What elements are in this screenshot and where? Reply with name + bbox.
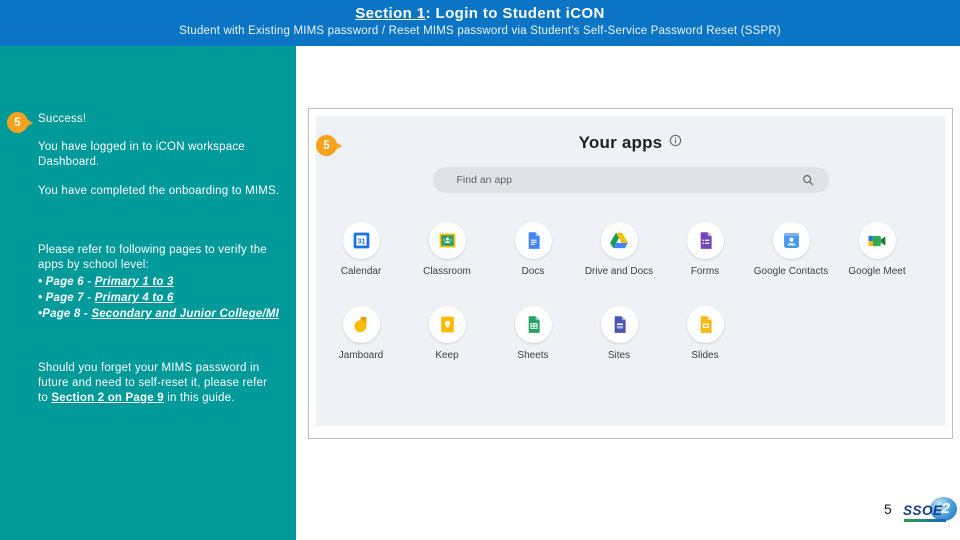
step-number: 5 xyxy=(14,116,21,129)
app-tile-contacts[interactable]: Google Contacts xyxy=(748,222,834,277)
step-number: 5 xyxy=(323,139,330,152)
app-label: Calendar xyxy=(340,266,382,277)
sidebar-content: Success! You have logged in to iCON work… xyxy=(0,46,296,406)
app-tile-keep[interactable]: Keep xyxy=(404,306,490,361)
apps-row-2: Jamboard Keep Sheets Sites Slides xyxy=(318,306,748,361)
onboarding-text: You have completed the onboarding to MIM… xyxy=(38,184,280,197)
bullet-prefix: • Page 7 - xyxy=(38,292,95,305)
icon-dashboard-screenshot: 5 Your apps 31 Calendar Classroom xyxy=(308,108,953,439)
your-apps-title: Your apps xyxy=(578,133,663,152)
app-tile-sheets[interactable]: Sheets xyxy=(490,306,576,361)
contacts-icon xyxy=(772,222,810,259)
search-icon[interactable] xyxy=(801,173,815,187)
list-item: •Page 8 - Secondary and Junior College/M… xyxy=(38,307,280,322)
app-label: Classroom xyxy=(423,266,471,277)
success-text: Success! xyxy=(38,113,87,125)
link-primary-1-to-3[interactable]: Primary 1 to 3 xyxy=(95,276,174,288)
step-badge: 5 xyxy=(7,112,33,133)
link-primary-4-to-6[interactable]: Primary 4 to 6 xyxy=(95,292,174,304)
refer-intro-text: Please refer to following pages to verif… xyxy=(38,243,267,271)
app-label: Sheets xyxy=(517,350,549,361)
step-badge: 5 xyxy=(316,135,342,156)
app-tile-jamboard[interactable]: Jamboard xyxy=(318,306,404,361)
app-label: Google Meet xyxy=(848,266,906,277)
app-label: Slides xyxy=(691,350,719,361)
app-tile-sites[interactable]: Sites xyxy=(576,306,662,361)
ssoe-logo-tagline-bar xyxy=(904,519,946,522)
drive-icon xyxy=(600,222,638,259)
sites-icon xyxy=(600,306,638,343)
section-title-rest: : Login to Student iCON xyxy=(425,5,605,22)
app-label: Google Contacts xyxy=(753,266,829,277)
app-search-bar[interactable] xyxy=(432,167,829,193)
link-section-2-page-9[interactable]: Section 2 on Page 9 xyxy=(51,392,163,404)
slide-header: Section 1: Login to Student iCON Student… xyxy=(0,0,960,46)
slide-page-number: 5 xyxy=(884,501,892,517)
page-subtitle: Student with Existing MIMS password / Re… xyxy=(179,25,781,37)
meet-icon xyxy=(858,222,896,259)
app-label: Docs xyxy=(521,266,545,277)
app-tile-slides[interactable]: Slides xyxy=(662,306,748,361)
forgot-password-note: Should you forget your MIMS password in … xyxy=(38,361,280,407)
instruction-sidebar: 5 Success! You have logged in to iCON wo… xyxy=(0,46,296,540)
app-label: Forms xyxy=(690,266,720,277)
section-title-link: Section 1 xyxy=(355,5,426,22)
app-label: Drive and Docs xyxy=(584,266,654,277)
ssoe-logo-text: SSOE xyxy=(903,503,943,518)
classroom-icon xyxy=(428,222,466,259)
app-label: Jamboard xyxy=(338,350,384,361)
sheets-icon xyxy=(514,306,552,343)
ssoe-logo: 2 SSOE xyxy=(903,497,957,533)
link-secondary-jc-mi[interactable]: Secondary and Junior College/MI xyxy=(91,308,279,320)
app-tile-drive[interactable]: Drive and Docs xyxy=(576,222,662,277)
docs-icon xyxy=(514,222,552,259)
list-item: • Page 6 - Primary 1 to 3 xyxy=(38,275,280,290)
apps-row-1: 31 Calendar Classroom Docs Drive and Doc… xyxy=(318,222,920,277)
svg-text:31: 31 xyxy=(357,238,365,245)
keep-icon xyxy=(428,306,466,343)
forms-icon xyxy=(686,222,724,259)
app-label: Sites xyxy=(607,350,631,361)
info-icon[interactable] xyxy=(669,134,682,147)
slides-icon xyxy=(686,306,724,343)
your-apps-panel: Your apps 31 Calendar Classroom xyxy=(316,116,945,426)
search-input[interactable] xyxy=(454,173,801,187)
app-tile-docs[interactable]: Docs xyxy=(490,222,576,277)
logged-in-text: You have logged in to iCON workspace Das… xyxy=(38,141,245,169)
note-post: in this guide. xyxy=(163,391,235,404)
calendar-icon: 31 xyxy=(342,222,380,259)
app-label: Keep xyxy=(435,350,459,361)
jamboard-icon xyxy=(342,306,380,343)
bullet-prefix: • Page 6 - xyxy=(38,276,95,289)
app-tile-calendar[interactable]: 31 Calendar xyxy=(318,222,404,277)
app-tile-forms[interactable]: Forms xyxy=(662,222,748,277)
app-tile-classroom[interactable]: Classroom xyxy=(404,222,490,277)
list-item: • Page 7 - Primary 4 to 6 xyxy=(38,291,280,306)
your-apps-title-row: Your apps xyxy=(316,133,945,153)
app-tile-meet[interactable]: Google Meet xyxy=(834,222,920,277)
bullet-prefix: •Page 8 - xyxy=(38,308,92,321)
page-title: Section 1: Login to Student iCON xyxy=(0,5,960,22)
page-reference-list: • Page 6 - Primary 1 to 3 • Page 7 - Pri… xyxy=(38,275,280,323)
